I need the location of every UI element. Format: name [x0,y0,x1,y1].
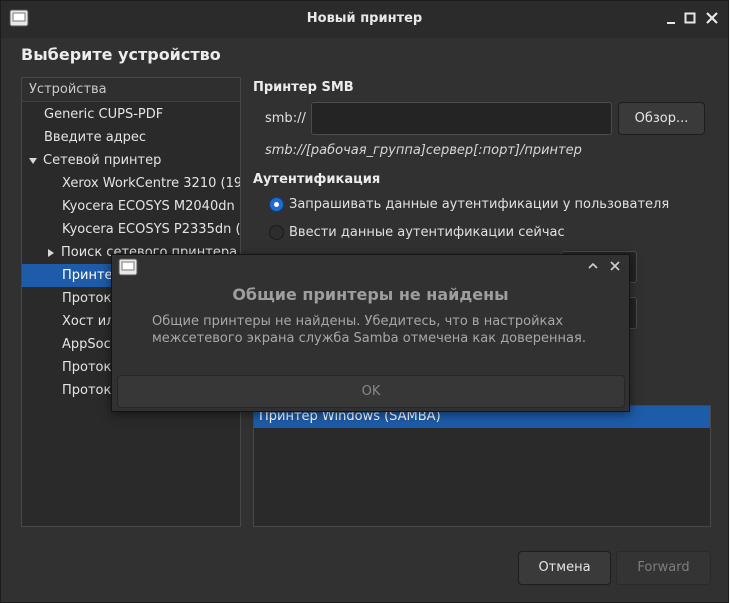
browse-button-label: Обзор... [634,111,689,126]
dialog-ok-label: OK [361,384,381,399]
device-tree-item-label: Введите адрес [44,130,147,145]
minimize-icon[interactable] [663,10,679,26]
forward-button[interactable]: Forward [616,551,711,585]
device-tree-item[interactable]: Generic CUPS-PDF [22,103,240,126]
titlebar: Новый принтер [1,1,728,38]
device-tree-item-label: Generic CUPS-PDF [44,107,164,122]
auth-now-radio[interactable] [269,225,284,240]
smb-url-input[interactable] [311,102,612,135]
auth-section-title: Аутентификация [253,172,381,187]
device-tree-item-label: Kyocera ECOSYS M2040dn ( [62,199,240,214]
new-printer-window: Новый принтер Выберите устройство Устрой… [0,0,729,603]
no-printers-dialog: Общие принтеры не найдены Общие принтеры… [111,254,630,412]
device-tree-item[interactable]: Kyocera ECOSYS P2335dn ( [22,218,240,241]
smb-format-hint: smb://[рабочая_группа]сервер[:порт]/прин… [265,143,582,158]
smb-prefix-label: smb:// [265,111,306,126]
dialog-ok-button[interactable]: OK [117,375,625,408]
window-title: Новый принтер [306,11,423,26]
forward-button-label: Forward [637,560,690,575]
device-tree-item[interactable]: Kyocera ECOSYS M2040dn ( [22,195,240,218]
auth-prompt-label[interactable]: Запрашивать данные аутентификации у поль… [289,197,669,212]
dialog-message: Общие принтеры не найдены. Убедитесь, чт… [152,314,586,346]
page-heading: Выберите устройство [21,45,221,64]
dialog-title: Общие принтеры не найдены [232,285,509,304]
browse-button[interactable]: Обзор... [618,102,705,135]
dialog-close-icon[interactable] [608,259,622,277]
dialog-app-icon [118,257,138,281]
device-tree-item[interactable]: Введите адрес [22,126,240,149]
connection-list[interactable]: Принтер Windows (SAMBA) [253,405,711,527]
device-tree-item[interactable]: Сетевой принтер [22,149,240,172]
smb-section-title: Принтер SMB [253,80,354,95]
cancel-button-label: Отмена [538,560,591,575]
device-tree-item[interactable]: Xerox WorkCentre 3210 (19 [22,172,240,195]
dialog-maximize-icon[interactable] [586,259,600,277]
device-tree-item-label: Сетевой принтер [43,153,162,168]
device-list-header: Устройства [22,78,240,102]
expander-right-icon[interactable] [48,248,54,257]
device-tree-item-label: AppSoc [62,337,111,352]
auth-prompt-radio[interactable] [269,197,284,212]
maximize-icon[interactable] [682,10,698,26]
auth-now-label[interactable]: Ввести данные аутентификации сейчас [289,225,565,240]
close-icon[interactable] [704,10,720,26]
device-tree-item-label: Kyocera ECOSYS P2335dn ( [62,222,240,237]
device-tree-item-label: Xerox WorkCentre 3210 (19 [62,176,240,191]
cancel-button[interactable]: Отмена [518,551,611,585]
device-tree-item-label: Принте [62,268,113,283]
device-tree-item-label: Хост ил [62,314,115,329]
expander-down-icon[interactable] [29,157,37,164]
